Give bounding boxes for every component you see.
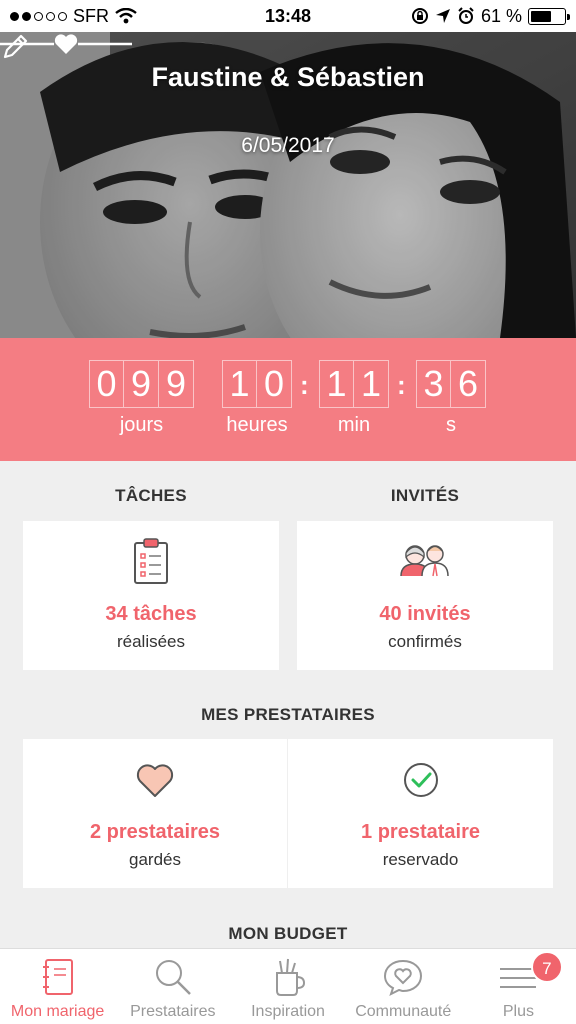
guests-section-title: INVITÉS — [390, 486, 460, 505]
guests-couple-icon — [400, 545, 449, 577]
countdown-minutes-label: min — [337, 414, 371, 436]
cup-icon — [276, 958, 305, 996]
battery-icon — [528, 7, 570, 25]
kept-vendors-status: gardés — [129, 850, 181, 869]
kept-vendors-count: 2 prestataires — [89, 821, 221, 843]
countdown-days-label: jours — [119, 414, 164, 436]
battery-percent: 61 % — [480, 5, 522, 26]
countdown-separator: : — [300, 370, 309, 400]
tasks-card[interactable]: 34 tâches réalisées — [23, 521, 279, 670]
tab-label: Plus — [502, 1003, 534, 1020]
tab-label: Communauté — [355, 1003, 452, 1020]
tab-inspiration[interactable]: Inspiration — [230, 949, 345, 1024]
wifi-icon — [115, 8, 137, 24]
countdown-days: 0 9 9 — [89, 360, 194, 408]
budget-section-title: MON BUDGET — [228, 924, 348, 943]
tab-communaute[interactable]: Communauté — [346, 949, 461, 1024]
booked-vendors-status: reservado — [382, 850, 459, 869]
heart-icon — [136, 764, 174, 797]
status-left: SFR — [10, 6, 137, 27]
tab-label: Prestataires — [130, 1003, 216, 1020]
carrier-name: SFR — [73, 5, 109, 26]
tab-mon-mariage[interactable]: Mon mariage — [0, 949, 115, 1024]
countdown-separator: : — [397, 370, 406, 400]
countdown-digit: 0 — [257, 360, 292, 408]
tasks-section-title: TÂCHES — [115, 486, 187, 505]
clipboard-icon — [134, 538, 168, 584]
checkmark-circle-icon — [403, 763, 438, 797]
couple-photo-header[interactable]: Faustine & Sébastien 6/05/2017 — [0, 32, 576, 338]
kept-vendors-card[interactable]: 2 prestataires gardés — [23, 739, 287, 888]
countdown-digit: 0 — [89, 360, 124, 408]
location-icon — [435, 9, 450, 23]
countdown-seconds-label: s — [446, 414, 456, 436]
tab-label: Mon mariage — [10, 1003, 105, 1020]
vendors-section-title: MES PRESTATAIRES — [201, 705, 375, 724]
countdown-seconds: 3 6 — [416, 360, 486, 408]
rotation-lock-icon — [411, 8, 428, 24]
countdown-digit: 1 — [354, 360, 389, 408]
tab-plus[interactable]: 7 Plus — [461, 949, 576, 1024]
search-icon — [155, 960, 191, 995]
status-bar: SFR 13:48 61 % — [0, 0, 576, 32]
guests-card[interactable]: 40 invités confirmés — [297, 521, 553, 670]
wedding-date: 6/05/2017 — [241, 134, 335, 157]
countdown-digit: 9 — [124, 360, 159, 408]
countdown-minutes: 1 1 — [319, 360, 389, 408]
chat-heart-icon — [384, 959, 423, 996]
signal-strength-icon — [10, 11, 67, 21]
guests-status: confirmés — [388, 632, 462, 651]
tab-label: Inspiration — [251, 1003, 325, 1020]
countdown-digit: 1 — [222, 360, 257, 408]
battery-level — [531, 10, 551, 22]
notification-badge: 7 — [530, 951, 563, 983]
tasks-count: 34 tâches — [105, 603, 197, 625]
countdown-hours-label: heures — [226, 414, 288, 436]
notebook-icon — [42, 959, 73, 995]
countdown-digit: 1 — [319, 360, 354, 408]
countdown-hours: 1 0 — [222, 360, 292, 408]
edit-pencil-icon[interactable] — [0, 32, 30, 62]
bottom-tab-bar: Mon mariage Prestataires Inspiration Com… — [0, 948, 576, 1024]
countdown-digit: 9 — [159, 360, 194, 408]
alarm-icon — [458, 7, 474, 24]
countdown-digit: 3 — [416, 360, 451, 408]
guests-count: 40 invités — [379, 603, 471, 625]
status-time: 13:48 — [264, 5, 312, 26]
wedding-countdown: 0 9 9 1 0 : 1 1 : 3 6 jours heures min s — [0, 338, 576, 461]
tasks-status: réalisées — [116, 632, 186, 651]
booked-vendors-card[interactable]: 1 prestataire reservado — [288, 739, 553, 888]
couple-names: Faustine & Sébastien — [151, 62, 425, 92]
status-right: 61 % — [411, 5, 570, 27]
booked-vendors-count: 1 prestataire — [361, 821, 480, 843]
tab-prestataires[interactable]: Prestataires — [115, 949, 230, 1024]
countdown-digit: 6 — [451, 360, 486, 408]
